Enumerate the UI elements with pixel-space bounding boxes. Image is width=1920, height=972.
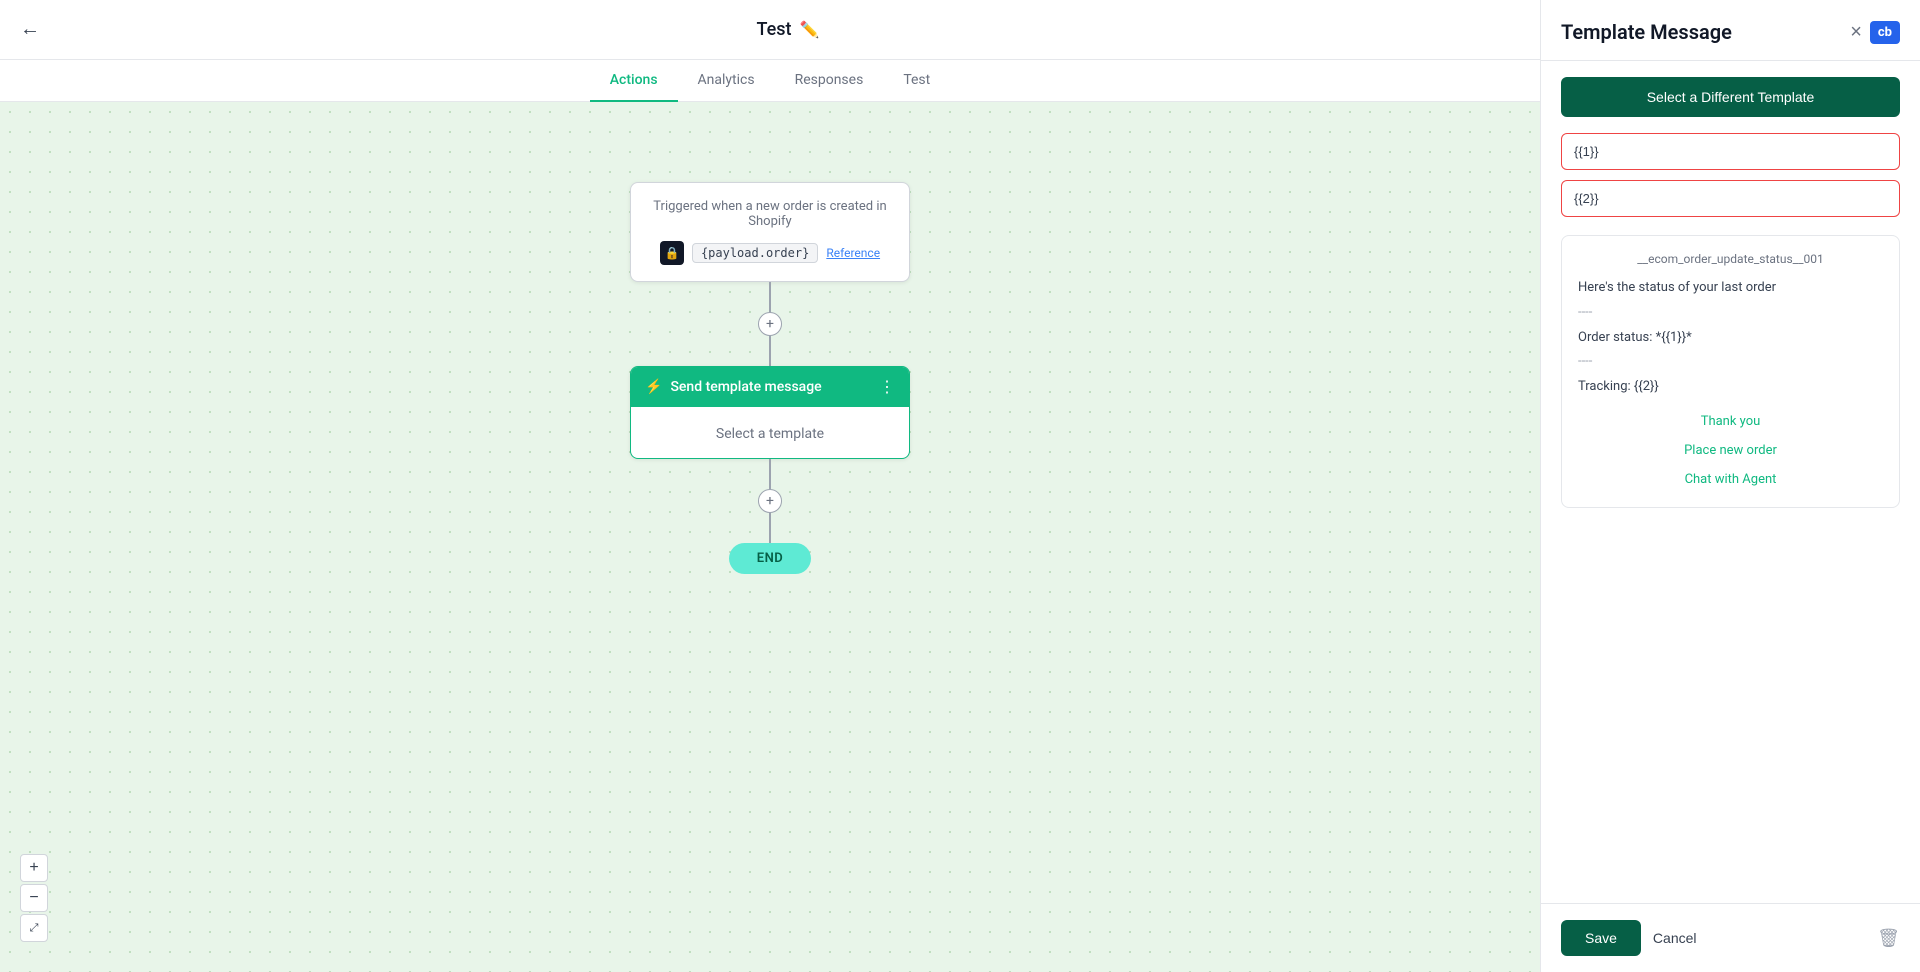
edit-icon[interactable]: ✏️ bbox=[800, 20, 820, 39]
panel-content: Select a Different Template __ecom_order… bbox=[1541, 61, 1920, 903]
tab-analytics[interactable]: Analytics bbox=[678, 60, 775, 102]
right-panel: Template Message × cb Select a Different… bbox=[1540, 0, 1920, 972]
connector-2: + bbox=[758, 459, 782, 543]
connector-1: + bbox=[758, 282, 782, 366]
template-line-2: Order status: *{{1}}* bbox=[1578, 328, 1883, 349]
trigger-node: Triggered when a new order is created in… bbox=[630, 182, 910, 282]
cb-logo: cb bbox=[1870, 21, 1900, 44]
add-step-button-1[interactable]: + bbox=[758, 312, 782, 336]
tab-actions[interactable]: Actions bbox=[590, 60, 678, 102]
connector-line-4 bbox=[769, 513, 771, 543]
panel-footer: Save Cancel 🗑 bbox=[1541, 903, 1920, 972]
template-variable-2-input[interactable] bbox=[1561, 180, 1900, 217]
template-btn-place-order[interactable]: Place new order bbox=[1578, 439, 1883, 462]
tab-test[interactable]: Test bbox=[883, 60, 950, 102]
header: ← Test ✏️ bbox=[0, 0, 1540, 60]
template-buttons: Thank you Place new order Chat with Agen… bbox=[1578, 410, 1883, 491]
action-node-header: ⚡ Send template message ⋮ bbox=[631, 367, 909, 407]
tab-responses[interactable]: Responses bbox=[775, 60, 884, 102]
zoom-controls: + − ⤢ bbox=[20, 854, 48, 942]
connector-line-2 bbox=[769, 336, 771, 366]
close-panel-button[interactable]: × bbox=[1850, 22, 1862, 42]
flow-canvas: Triggered when a new order is created in… bbox=[0, 102, 1540, 972]
template-variable-1-input[interactable] bbox=[1561, 133, 1900, 170]
lightning-icon: ⚡ bbox=[645, 379, 662, 395]
back-button[interactable]: ← bbox=[20, 18, 40, 41]
panel-title: Template Message bbox=[1561, 20, 1732, 44]
payload-badge: {payload.order} bbox=[692, 243, 818, 263]
add-step-button-2[interactable]: + bbox=[758, 489, 782, 513]
template-divider-2: ---- bbox=[1578, 352, 1883, 373]
template-btn-thank-you[interactable]: Thank you bbox=[1578, 410, 1883, 433]
delete-button[interactable]: 🗑 bbox=[1877, 928, 1900, 949]
zoom-fit-button[interactable]: ⤢ bbox=[20, 914, 48, 942]
cancel-button[interactable]: Cancel bbox=[1653, 930, 1697, 946]
template-divider-1: ---- bbox=[1578, 303, 1883, 324]
action-node: ⚡ Send template message ⋮ Select a templ… bbox=[630, 366, 910, 459]
page-title: Test bbox=[757, 19, 792, 40]
trigger-badges: 🔒 {payload.order} Reference bbox=[651, 241, 889, 265]
main-area: ← Test ✏️ Actions Analytics Responses Te… bbox=[0, 0, 1540, 972]
template-body: Here's the status of your last order ---… bbox=[1578, 278, 1883, 398]
template-btn-chat-agent[interactable]: Chat with Agent bbox=[1578, 468, 1883, 491]
template-name: __ecom_order_update_status__001 bbox=[1578, 252, 1883, 266]
end-node: END bbox=[729, 543, 812, 574]
trigger-text: Triggered when a new order is created in… bbox=[651, 199, 889, 229]
connector-line-3 bbox=[769, 459, 771, 489]
back-icon: ← bbox=[20, 18, 40, 41]
header-title: Test ✏️ bbox=[56, 19, 1520, 40]
lock-icon: 🔒 bbox=[660, 241, 684, 265]
action-node-body: Select a template bbox=[631, 407, 909, 458]
select-template-placeholder: Select a template bbox=[716, 426, 824, 442]
action-title-text: Send template message bbox=[670, 379, 821, 395]
select-different-template-button[interactable]: Select a Different Template bbox=[1561, 77, 1900, 117]
action-menu-button[interactable]: ⋮ bbox=[879, 377, 895, 397]
tabs-bar: Actions Analytics Responses Test bbox=[0, 60, 1540, 102]
template-line-1: Here's the status of your last order bbox=[1578, 278, 1883, 299]
zoom-out-button[interactable]: − bbox=[20, 884, 48, 912]
save-button[interactable]: Save bbox=[1561, 920, 1641, 956]
template-preview: __ecom_order_update_status__001 Here's t… bbox=[1561, 235, 1900, 508]
reference-link[interactable]: Reference bbox=[826, 246, 880, 260]
template-line-3: Tracking: {{2}} bbox=[1578, 377, 1883, 398]
panel-header: Template Message × cb bbox=[1541, 0, 1920, 61]
connector-line-1 bbox=[769, 282, 771, 312]
zoom-in-button[interactable]: + bbox=[20, 854, 48, 882]
action-node-title: ⚡ Send template message bbox=[645, 379, 822, 395]
flow-diagram: Triggered when a new order is created in… bbox=[630, 182, 910, 574]
